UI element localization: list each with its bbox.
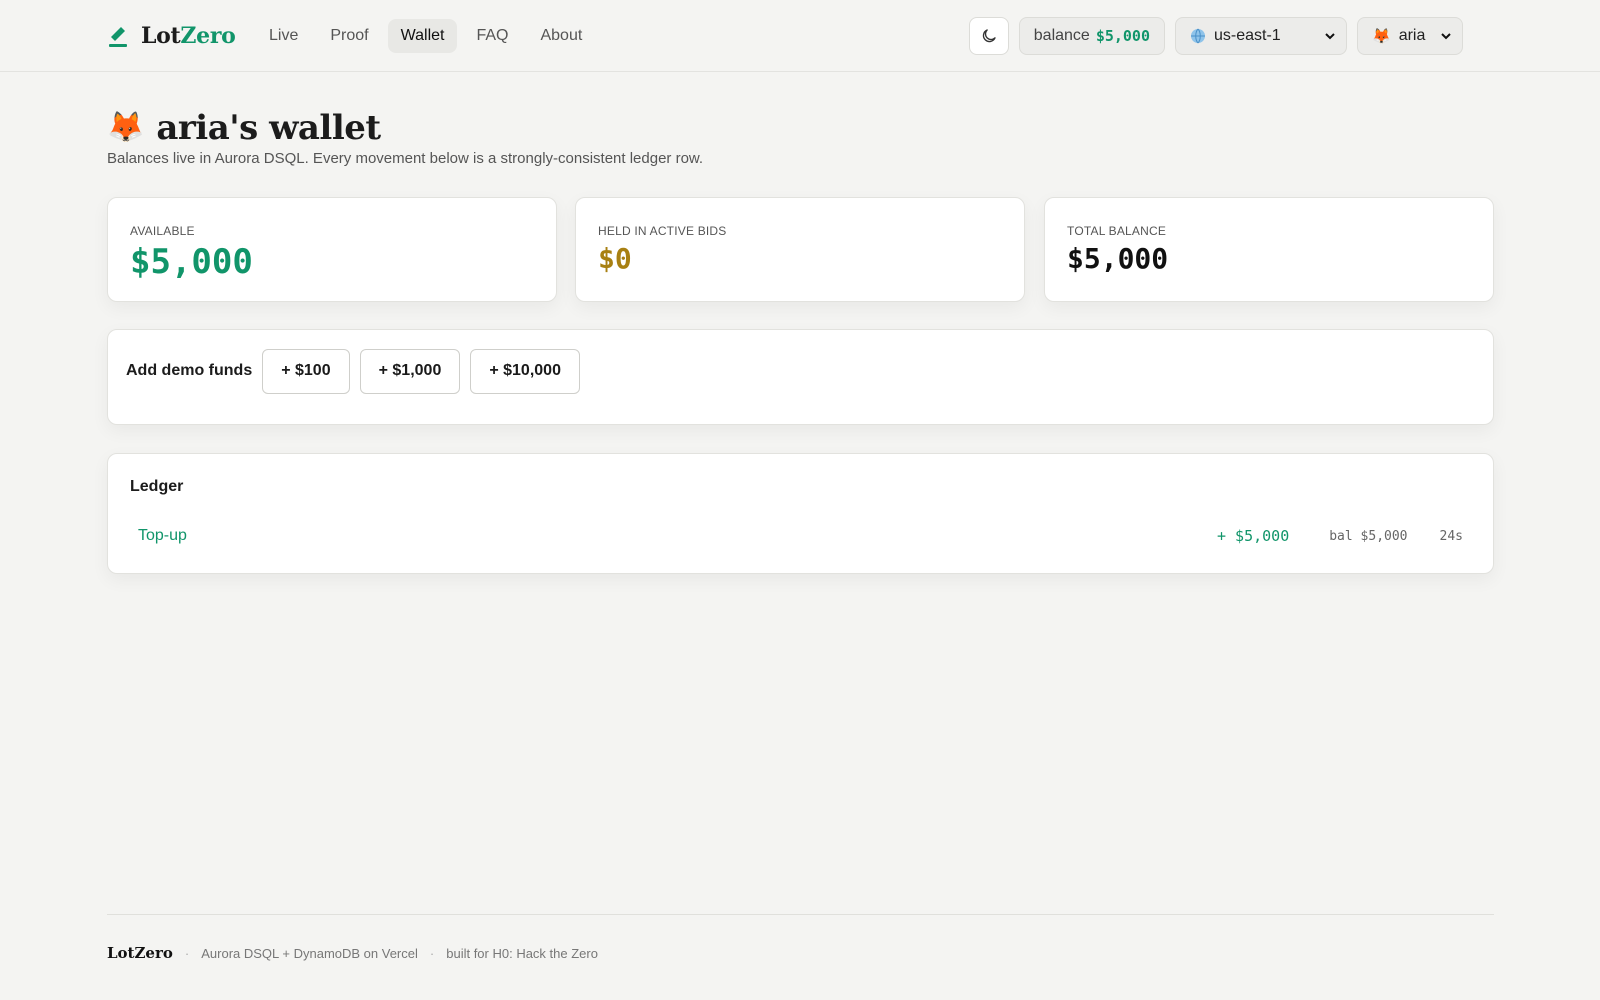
user-select[interactable]: 🦊 aria xyxy=(1357,17,1463,55)
stat-label: AVAILABLE xyxy=(130,224,195,238)
top-nav-bar: LotZero Live Proof Wallet FAQ About bala… xyxy=(0,0,1600,72)
globe-icon xyxy=(1191,28,1205,44)
main-nav: Live Proof Wallet FAQ About xyxy=(256,17,595,55)
footer: LotZero · Aurora DSQL + DynamoDB on Verc… xyxy=(107,944,598,962)
footer-divider xyxy=(107,914,1494,915)
footer-brand: LotZero xyxy=(107,944,173,962)
ledger-amount: + $5,000 xyxy=(1216,527,1290,545)
header-controls: balance $5,000 us-east-1 🦊 aria xyxy=(968,17,1463,55)
page-header: 🦊 aria's wallet xyxy=(107,104,381,152)
page-subtitle: Balances live in Aurora DSQL. Every move… xyxy=(107,150,704,167)
stat-label: TOTAL BALANCE xyxy=(1067,224,1167,238)
stat-value: $5,000 xyxy=(1067,242,1169,275)
footer-credit: built for H0: Hack the Zero xyxy=(446,945,598,961)
nav-item-live[interactable]: Live xyxy=(256,19,311,53)
moon-icon xyxy=(982,29,996,43)
page-title: aria's wallet xyxy=(156,108,381,148)
region-value: us-east-1 xyxy=(1214,27,1281,44)
balance-label: balance xyxy=(1033,27,1090,44)
balance-pill: balance $5,000 xyxy=(1018,17,1165,55)
add-funds-label: Add demo funds xyxy=(126,362,253,379)
chevron-down-icon xyxy=(1441,33,1451,40)
stat-card-available: AVAILABLE $5,000 xyxy=(107,197,557,302)
brand-logo[interactable]: LotZero xyxy=(107,20,236,52)
ledger-kind: Top-up xyxy=(138,527,187,544)
brand-name: LotZero xyxy=(141,23,236,49)
theme-toggle-button[interactable] xyxy=(968,17,1009,55)
ledger-balance: bal $5,000 xyxy=(1329,528,1408,544)
stat-card-total: TOTAL BALANCE $5,000 xyxy=(1044,197,1494,302)
user-value: aria xyxy=(1398,27,1426,44)
stat-value: $5,000 xyxy=(130,242,253,282)
stat-card-held: HELD IN ACTIVE BIDS $0 xyxy=(575,197,1025,302)
footer-separator: · xyxy=(184,945,190,961)
nav-item-about[interactable]: About xyxy=(527,19,595,53)
ledger-title: Ledger xyxy=(130,478,184,495)
nav-item-wallet[interactable]: Wallet xyxy=(387,19,458,53)
nav-item-proof[interactable]: Proof xyxy=(317,19,381,53)
stat-value: $0 xyxy=(598,242,632,275)
add-1000-button[interactable]: + $1,000 xyxy=(359,348,461,394)
chevron-down-icon xyxy=(1325,33,1335,40)
stat-label: HELD IN ACTIVE BIDS xyxy=(598,224,727,238)
footer-separator: · xyxy=(429,945,435,961)
nav-item-faq[interactable]: FAQ xyxy=(463,19,521,53)
region-select[interactable]: us-east-1 xyxy=(1175,17,1347,55)
add-10000-button[interactable]: + $10,000 xyxy=(470,348,580,394)
gavel-icon xyxy=(109,27,127,47)
add-funds-card: Add demo funds + $100 + $1,000 + $10,000 xyxy=(107,329,1494,425)
ledger-time: 24s xyxy=(1439,528,1463,544)
ledger-card: Ledger Top-up + $5,000 bal $5,000 24s xyxy=(107,453,1494,574)
fox-avatar-icon: 🦊 xyxy=(107,111,145,144)
ledger-row: Top-up + $5,000 bal $5,000 24s xyxy=(138,524,1463,548)
user-avatar: 🦊 xyxy=(1372,28,1391,45)
balance-value: $5,000 xyxy=(1095,27,1150,45)
add-100-button[interactable]: + $100 xyxy=(262,348,350,394)
footer-stack: Aurora DSQL + DynamoDB on Vercel xyxy=(201,945,418,961)
